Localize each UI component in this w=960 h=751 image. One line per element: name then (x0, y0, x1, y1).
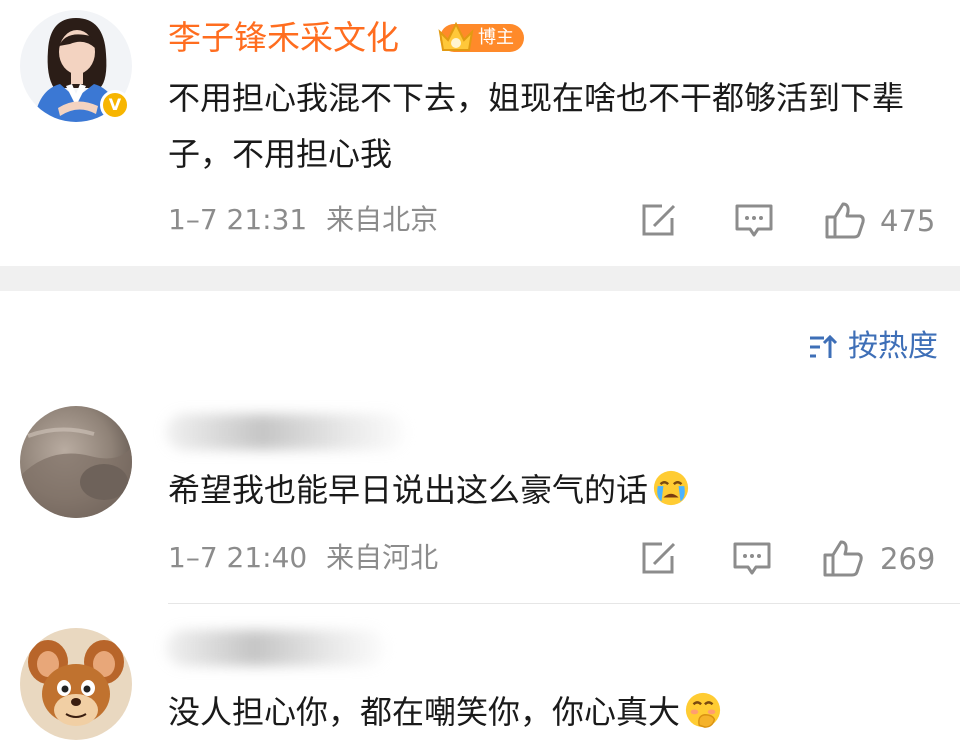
comment-meta: 1–7 21:40 来自河北 (168, 540, 438, 576)
repost-button[interactable] (640, 202, 678, 242)
crying-face-icon (653, 470, 689, 506)
hand-over-mouth-face-icon (685, 692, 721, 728)
like-button[interactable] (822, 538, 864, 578)
sort-label: 按热度 (848, 329, 938, 364)
like-count: 269 (880, 542, 936, 576)
username-obscured[interactable] (166, 630, 386, 666)
comment-text: 不用担心我混不下去，姐现在啥也不干都够活到下辈子，不用担心我 (168, 79, 905, 173)
comment-text-content: 没人担心你，都在嘲笑你，你心真大 (168, 693, 681, 731)
comment-location: 来自河北 (326, 541, 439, 574)
username[interactable]: 李子锋禾采文化 (168, 18, 399, 58)
reply-button[interactable] (734, 202, 774, 242)
comment-text: 没人担心你，都在嘲笑你，你心真大 (168, 684, 928, 740)
comment-item: V 李子锋禾采文化 博主 不用担心我混不下去，姐现在啥也不干都够活到下辈子，不用… (0, 0, 960, 266)
repost-icon (642, 204, 676, 236)
like-count: 475 (880, 204, 936, 238)
comment-icon (735, 204, 773, 237)
comment-time: 1–7 21:40 (168, 541, 308, 574)
sort-by-hot-button[interactable]: 按热度 (808, 328, 938, 366)
comment-location: 来自北京 (326, 203, 439, 236)
comment-item: 希望我也能早日说出这么豪气的话 1–7 21:40 来自河北 269 (0, 400, 960, 600)
section-separator (0, 266, 960, 291)
comment-icon (733, 542, 771, 575)
badge-label: 博主 (478, 27, 514, 48)
comment-meta: 1–7 21:31 来自北京 (168, 202, 438, 238)
verified-icon: V (100, 90, 130, 120)
comment-item: 没人担心你，都在嘲笑你，你心真大 (0, 604, 960, 751)
repost-icon (642, 542, 676, 574)
avatar[interactable] (20, 628, 132, 740)
comment-text-content: 希望我也能早日说出这么豪气的话 (168, 471, 649, 509)
comment-time: 1–7 21:31 (168, 203, 308, 236)
reply-button[interactable] (732, 540, 772, 580)
like-button[interactable] (824, 200, 866, 240)
avatar[interactable] (20, 406, 132, 518)
comment-text: 希望我也能早日说出这么豪气的话 (168, 462, 928, 518)
like-icon (825, 202, 865, 239)
like-icon (823, 540, 863, 577)
crown-icon (438, 21, 474, 51)
username-obscured[interactable] (166, 414, 406, 450)
repost-button[interactable] (640, 540, 678, 580)
blogger-badge: 博主 (438, 21, 524, 52)
sort-icon (810, 334, 838, 358)
